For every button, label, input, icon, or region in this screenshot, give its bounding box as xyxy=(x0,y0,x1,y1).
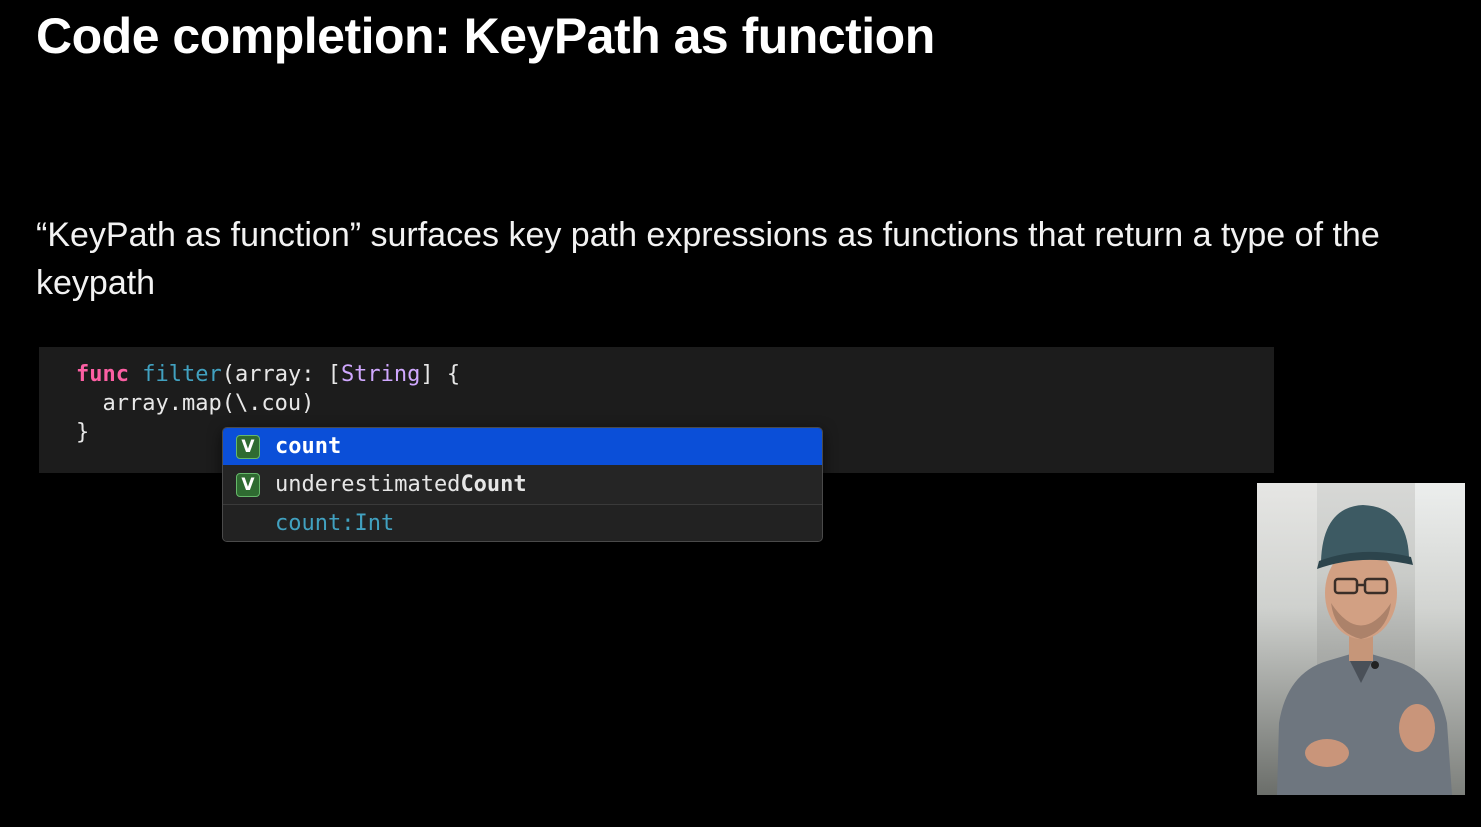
function-name: filter xyxy=(142,362,222,387)
code-line-1: func filter(array: [String] { xyxy=(76,360,460,390)
keyword-func: func xyxy=(76,362,129,387)
slide-description: “KeyPath as function” surfaces key path … xyxy=(36,216,1380,302)
completion-label-prefix: underestimated xyxy=(275,472,461,497)
completion-item-count[interactable]: V count xyxy=(223,428,822,465)
presenter-video xyxy=(1257,483,1465,795)
completion-item-underestimatedcount[interactable]: V underestimated Count xyxy=(223,466,822,503)
variable-icon: V xyxy=(236,434,260,459)
slide-title: Code completion: KeyPath as function xyxy=(36,8,935,64)
presenter-figure xyxy=(1277,505,1452,795)
detail-property-type: Int xyxy=(354,510,395,536)
code-line-2: array.map(\.cou) xyxy=(76,391,315,416)
code-line-3: } xyxy=(76,420,90,445)
completion-detail: count: Int xyxy=(223,504,822,541)
variable-icon: V xyxy=(236,472,260,497)
code-completion-popup[interactable]: V count V underestimated Count count: Int xyxy=(222,427,823,542)
type-name: String xyxy=(340,362,421,387)
parameter-text: (array: [ xyxy=(221,362,341,387)
completion-label: count xyxy=(275,434,342,459)
completion-label-match: Count xyxy=(460,472,527,497)
detail-property-name: count: xyxy=(275,510,355,536)
brace-open: ] { xyxy=(420,362,461,387)
